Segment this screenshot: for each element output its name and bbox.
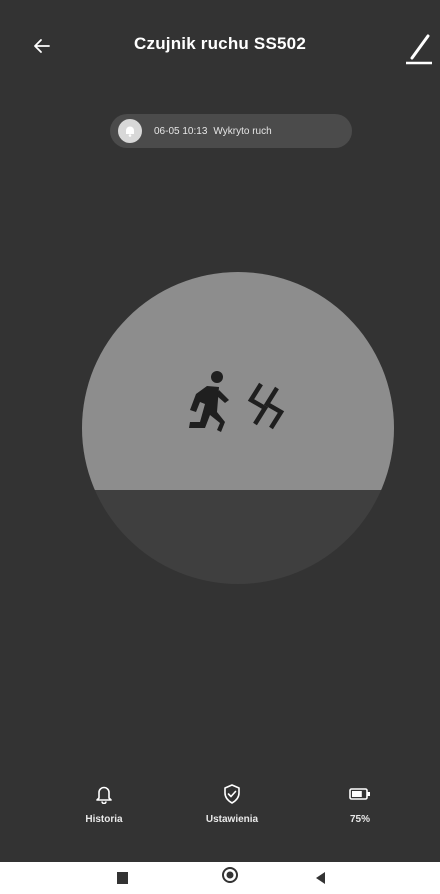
tab-history-label: Historia <box>85 814 123 825</box>
motion-sensor-status <box>82 272 394 584</box>
home-button[interactable] <box>221 866 239 889</box>
tab-settings[interactable]: Ustawienia <box>177 784 287 825</box>
edit-button[interactable] <box>400 28 436 68</box>
tab-battery[interactable]: 75% <box>305 784 415 825</box>
last-event-pill[interactable]: 06-05 10:13 Wykryto ruch <box>110 114 352 148</box>
event-bell-icon-wrap <box>118 119 142 143</box>
tab-battery-label: 75% <box>349 814 370 825</box>
shield-check-icon <box>224 784 240 804</box>
sensor-icons <box>82 370 394 440</box>
back-nav-button[interactable] <box>313 870 329 891</box>
motion-waves-icon <box>247 382 285 430</box>
event-text: Wykryto ruch <box>213 125 272 137</box>
bell-outline-icon <box>96 786 112 804</box>
battery-icon <box>349 788 370 800</box>
triangle-back-icon <box>316 872 325 884</box>
event-time: 06-05 10:13 <box>154 125 208 137</box>
tab-history[interactable]: Historia <box>49 784 159 825</box>
tab-settings-label: Ustawienia <box>205 814 259 825</box>
bell-icon <box>126 126 134 137</box>
bottom-tab-bar: Historia Ustawienia 75% <box>0 770 440 860</box>
home-circle-icon <box>222 867 238 883</box>
recent-apps-button[interactable] <box>115 870 131 891</box>
page-title: Czujnik ruchu SS502 <box>134 34 306 53</box>
top-bar: Czujnik ruchu SS502 <box>0 0 440 88</box>
square-icon <box>117 872 128 884</box>
system-navigation-bar <box>0 862 440 894</box>
pencil-icon <box>406 34 432 65</box>
running-person-icon <box>189 371 229 432</box>
